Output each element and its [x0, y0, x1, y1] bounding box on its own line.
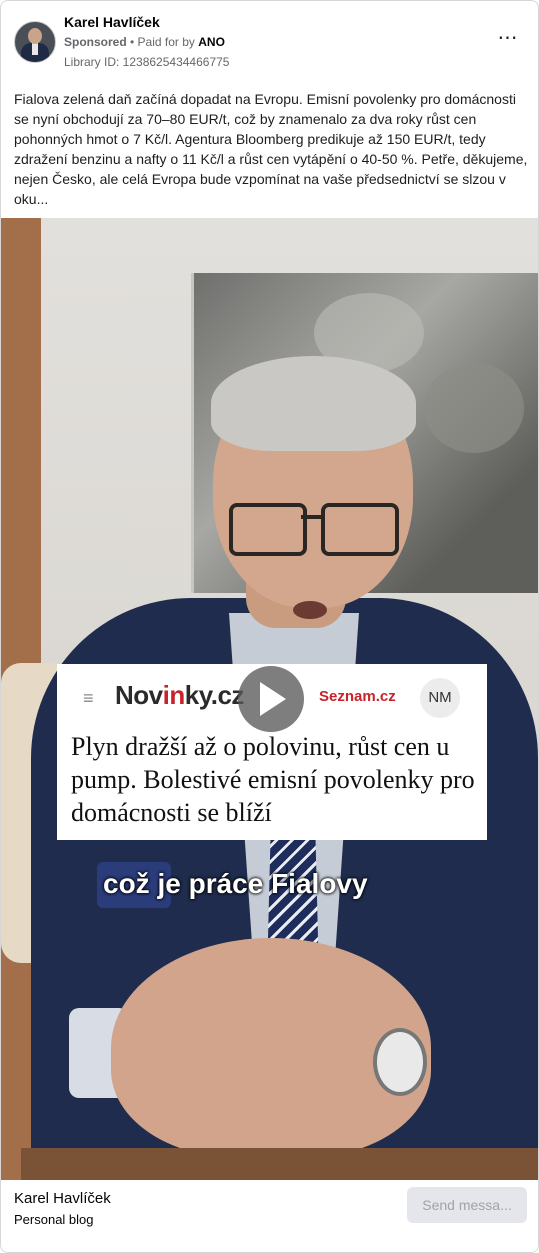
person-hair	[211, 356, 416, 451]
glasses-bridge	[301, 515, 323, 519]
avatar-shirt	[32, 43, 38, 55]
person-glasses	[229, 503, 399, 556]
paid-for-name[interactable]: ANO	[198, 35, 225, 49]
footer-page-name[interactable]: Karel Havlíček	[14, 1190, 111, 1207]
video-caption: což je práce Fialovy	[97, 862, 447, 908]
desk	[21, 1148, 538, 1180]
caption-text: což je práce Fialovy	[103, 868, 368, 899]
news-headline: Plyn dražší až o polovinu, růst cen u pu…	[71, 732, 475, 827]
ad-card: Karel Havlíček Sponsored • Paid for by A…	[0, 0, 539, 1253]
post-header: Karel Havlíček Sponsored • Paid for by A…	[1, 1, 538, 81]
news-avatar: NM	[420, 678, 460, 718]
play-icon	[260, 682, 286, 716]
person-mouth	[293, 601, 327, 619]
sponsored-label: Sponsored	[64, 35, 127, 49]
paid-for-prefix: • Paid for by	[130, 35, 195, 49]
video-player[interactable]: ≡ Novinky.cz Seznam.cz NM Plyn dražší až…	[1, 218, 538, 1180]
footer-page-category: Personal blog	[14, 1212, 94, 1227]
ad-footer: Karel Havlíček Personal blog Send messa.…	[1, 1180, 538, 1252]
wristwatch	[373, 1028, 427, 1096]
glasses-lens-left	[229, 503, 307, 556]
news-logo: Novinky.cz	[115, 680, 244, 711]
library-id: Library ID: 1238625434466775	[64, 55, 230, 69]
send-message-button[interactable]: Send messa...	[407, 1187, 527, 1223]
author-name[interactable]: Karel Havlíček	[64, 14, 160, 30]
news-logo-accent: in	[162, 680, 186, 710]
news-brand: Seznam.cz	[319, 688, 396, 705]
avatar-face	[28, 28, 42, 44]
painting-flower	[424, 363, 524, 453]
play-button[interactable]	[238, 666, 304, 732]
news-logo-part: ky.cz	[184, 680, 245, 710]
news-logo-part: Nov	[115, 680, 163, 710]
more-options-icon[interactable]: ⋯	[496, 28, 518, 51]
glasses-lens-right	[321, 503, 399, 556]
post-text: Fialova zelená daň začíná dopadat na Evr…	[14, 91, 528, 207]
sponsored-line: Sponsored • Paid for by ANO	[64, 35, 225, 49]
author-avatar[interactable]	[14, 21, 56, 63]
menu-icon: ≡	[83, 688, 94, 708]
